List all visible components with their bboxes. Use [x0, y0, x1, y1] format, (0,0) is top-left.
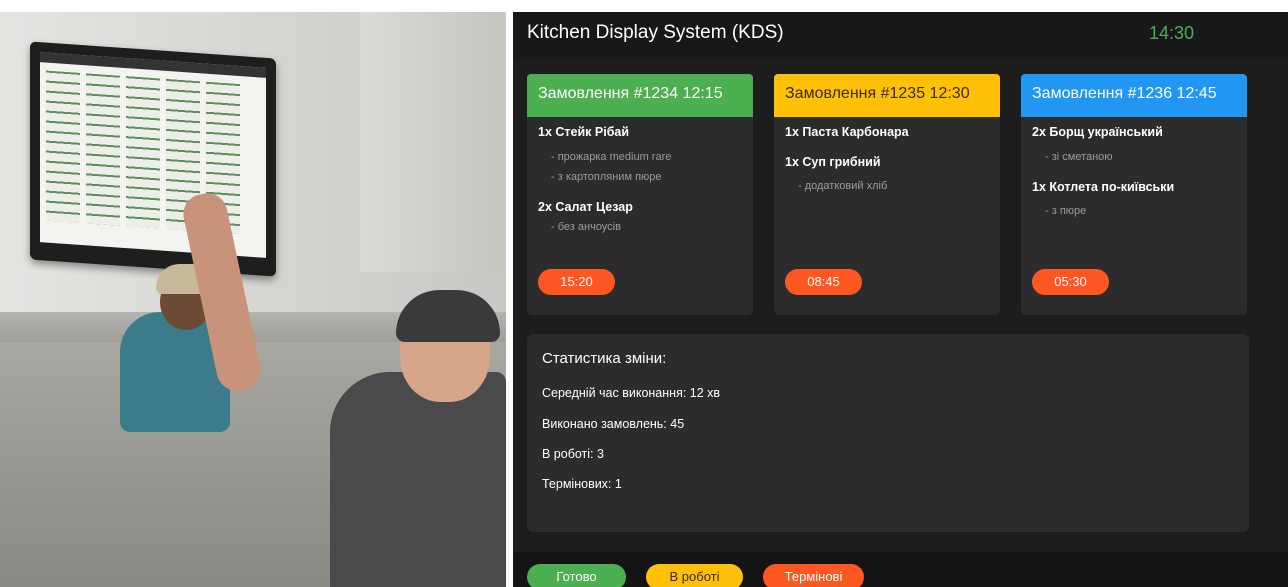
order-card-1234[interactable]: Замовлення #1234 12:15 1x Стейк Рібай - …: [527, 74, 753, 315]
shift-stats-panel: Статистика зміни: Середній час виконання…: [527, 334, 1249, 532]
order-header: Замовлення #1235 12:30: [774, 74, 1000, 117]
kds-footer: Готово В роботі Термінові: [513, 552, 1288, 587]
photo-screen-column: [126, 76, 160, 229]
stats-title: Статистика зміни:: [542, 350, 667, 367]
filter-urgent-button[interactable]: Термінові: [763, 564, 864, 587]
kitchen-photo: [0, 12, 506, 587]
order-item: 2x Салат Цезар: [538, 200, 633, 214]
photo-pillar: [360, 12, 500, 272]
kds-title: Kitchen Display System (KDS): [527, 22, 784, 43]
order-card-1236[interactable]: Замовлення #1236 12:45 2x Борщ українськ…: [1021, 74, 1247, 315]
photo-monitor-screen: [40, 52, 266, 258]
order-header: Замовлення #1236 12:45: [1021, 74, 1247, 117]
order-modifier: - прожарка medium rare: [551, 151, 672, 163]
order-timer: 05:30: [1032, 269, 1109, 295]
order-modifier: - без анчоусів: [551, 221, 621, 233]
photo-worker-shirt: [330, 372, 506, 587]
stat-avg-time: Середній час виконання: 12 хв: [542, 386, 721, 400]
order-header: Замовлення #1234 12:15: [527, 74, 753, 117]
order-item: 1x Стейк Рібай: [538, 125, 630, 139]
order-item: 2x Борщ український: [1032, 125, 1163, 139]
screen: Kitchen Display System (KDS) 14:30 Замов…: [0, 0, 1288, 587]
stat-in-progress: В роботі: 3: [542, 447, 604, 461]
photo-screen-column: [86, 73, 120, 226]
order-item: 1x Паста Карбонара: [785, 125, 909, 139]
filter-in-work-button[interactable]: В роботі: [646, 564, 743, 587]
order-card-1235[interactable]: Замовлення #1235 12:30 1x Паста Карбонар…: [774, 74, 1000, 315]
kds-header: Kitchen Display System (KDS) 14:30: [513, 12, 1288, 57]
order-modifier: - зі сметаною: [1045, 151, 1113, 163]
order-modifier: - додатковий хліб: [798, 180, 888, 192]
photo-monitor: [30, 41, 276, 277]
order-timer: 08:45: [785, 269, 862, 295]
kds-panel: Kitchen Display System (KDS) 14:30 Замов…: [513, 12, 1288, 587]
order-timer: 15:20: [538, 269, 615, 295]
order-modifier: - з пюре: [1045, 205, 1087, 217]
filter-done-button[interactable]: Готово: [527, 564, 626, 587]
stat-completed: Виконано замовлень: 45: [542, 417, 685, 431]
order-item: 1x Суп грибний: [785, 155, 881, 169]
order-modifier: - з картопляним пюре: [551, 171, 662, 183]
photo-screen-column: [46, 70, 80, 223]
kds-clock: 14:30: [1149, 23, 1195, 43]
stat-urgent: Термінових: 1: [542, 477, 622, 491]
order-item: 1x Котлета по-київськи: [1032, 180, 1175, 194]
